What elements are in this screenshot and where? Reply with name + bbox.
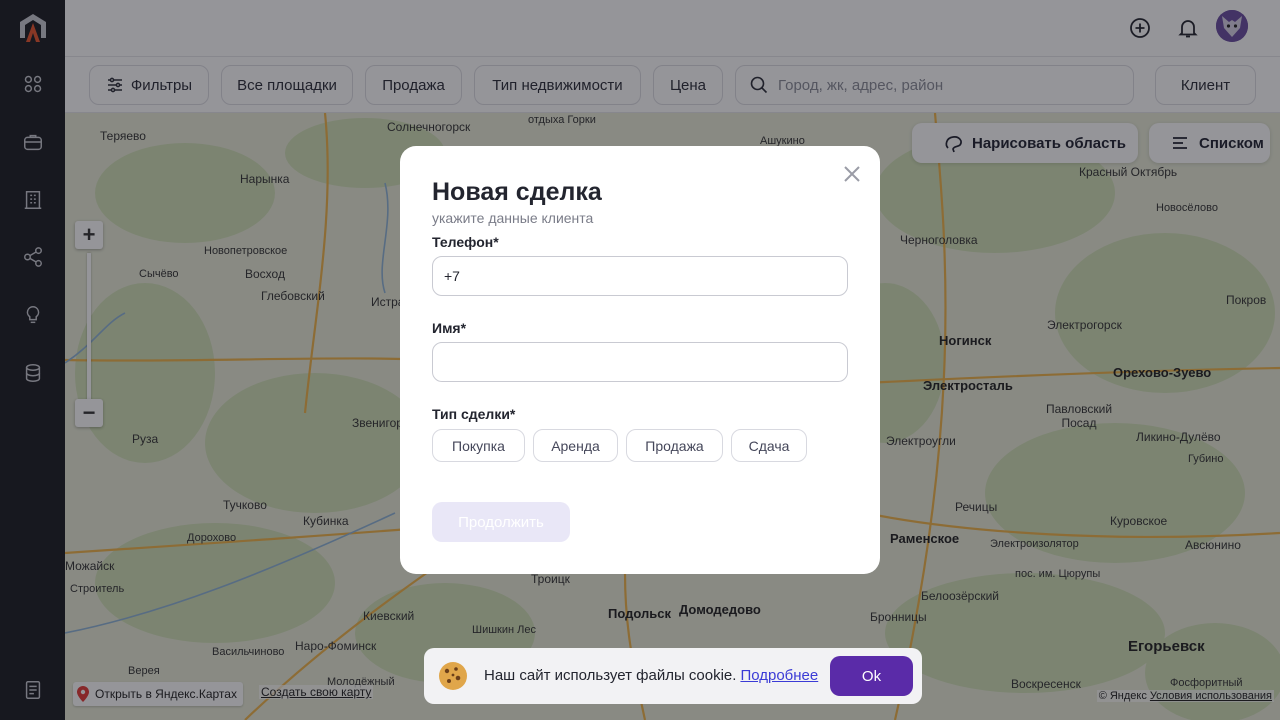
continue-button[interactable]: Продолжить — [432, 502, 570, 542]
deal-type-purchase[interactable]: Покупка — [432, 429, 525, 462]
deal-type-lease[interactable]: Сдача — [731, 429, 807, 462]
phone-field[interactable] — [432, 256, 848, 296]
modal-title: Новая сделка — [432, 178, 602, 206]
name-label: Имя* — [432, 320, 467, 336]
close-icon[interactable] — [842, 164, 862, 184]
name-field[interactable] — [432, 342, 848, 382]
cookie-more-link[interactable]: Подробнее — [740, 667, 818, 684]
modal-subtitle: укажите данные клиента — [432, 210, 594, 226]
deal-type-sale[interactable]: Продажа — [626, 429, 723, 462]
cookie-message: Наш сайт использует файлы cookie. — [484, 667, 737, 684]
deal-type-rent[interactable]: Аренда — [533, 429, 618, 462]
deal-type-label: Тип сделки* — [432, 406, 516, 422]
cookie-text: Наш сайт использует файлы cookie. Подробн… — [484, 667, 818, 684]
cookie-banner: Наш сайт использует файлы cookie. Подробн… — [424, 648, 922, 704]
new-deal-modal: Новая сделка укажите данные клиента Теле… — [400, 146, 880, 574]
cookie-icon — [438, 661, 468, 691]
cookie-ok-button[interactable]: Ok — [830, 656, 913, 696]
phone-label: Телефон* — [432, 234, 499, 250]
